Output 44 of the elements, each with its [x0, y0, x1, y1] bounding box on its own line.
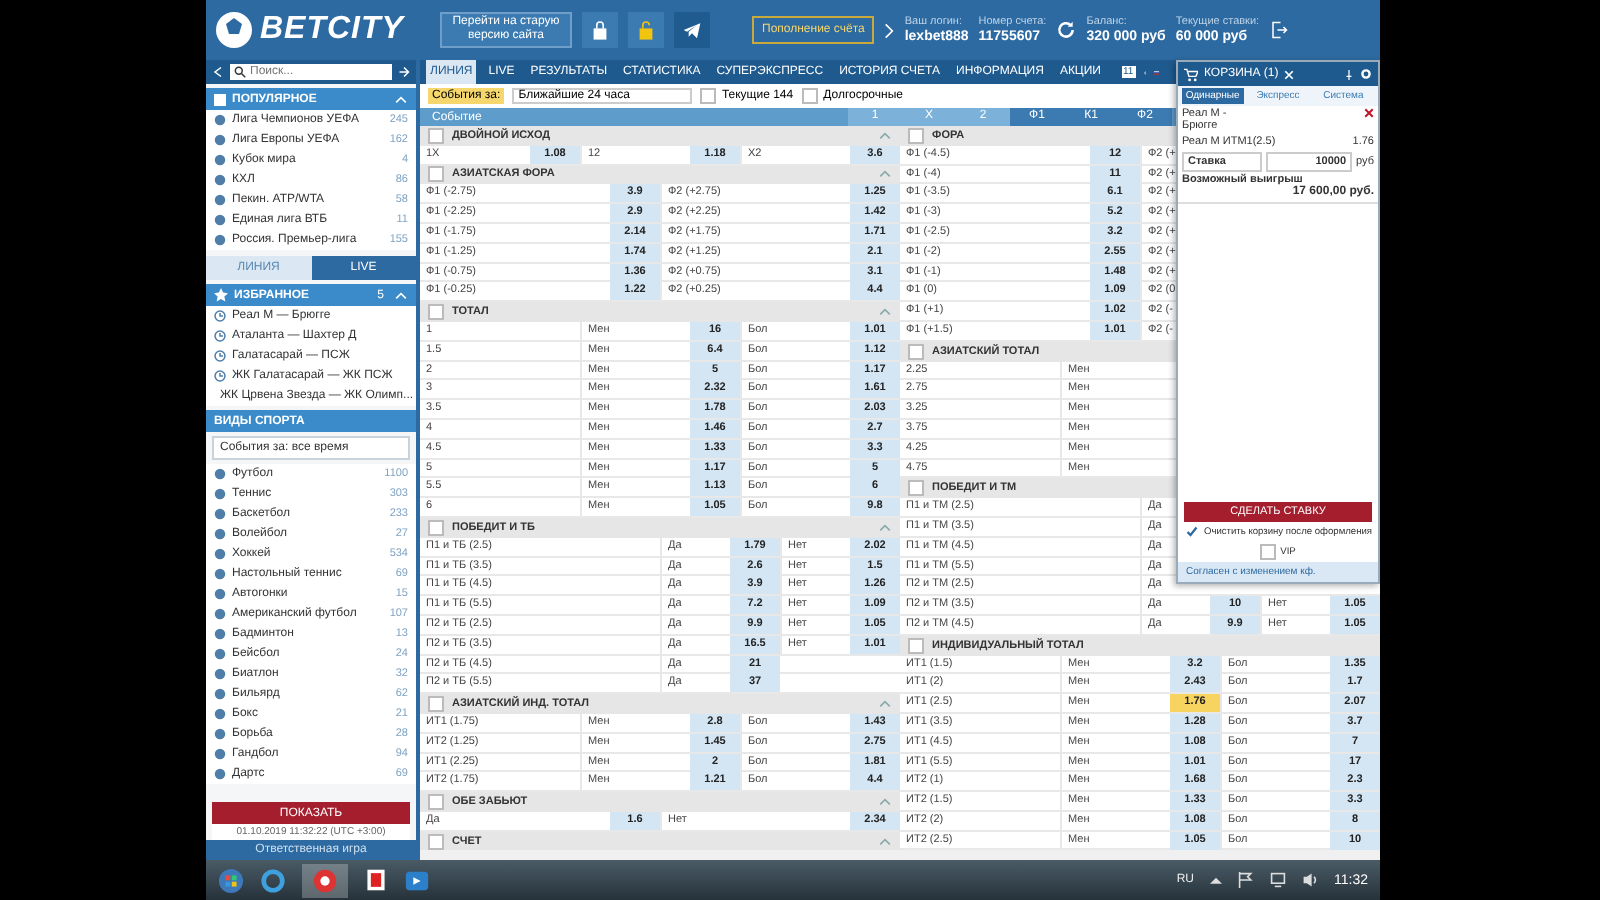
checkbox[interactable] [801, 88, 818, 104]
app-icon[interactable] [404, 867, 430, 893]
checkbox[interactable] [428, 519, 444, 536]
clock-icon [214, 310, 226, 322]
refresh-icon[interactable] [1056, 20, 1077, 40]
popular-icon [214, 93, 226, 105]
cart-icon [1184, 67, 1198, 81]
close-icon[interactable] [1284, 69, 1295, 79]
checkbox[interactable] [1260, 544, 1277, 560]
lock-icon[interactable] [582, 12, 618, 48]
arrow-left-icon[interactable] [212, 66, 224, 78]
clock-icon [214, 350, 226, 362]
clock-icon [214, 330, 226, 342]
checkbox[interactable] [428, 304, 444, 321]
checkbox[interactable] [908, 637, 924, 654]
app-icon[interactable] [302, 863, 348, 897]
checkbox[interactable] [428, 696, 444, 712]
logo-text[interactable]: BETCITY [260, 12, 404, 48]
checkbox[interactable] [428, 166, 444, 183]
lock-icon[interactable] [628, 12, 664, 48]
app-icon[interactable] [364, 868, 388, 892]
search-icon [234, 66, 246, 78]
paper-plane-icon[interactable] [674, 12, 710, 48]
remove-icon[interactable] [1364, 108, 1374, 118]
ball-logo-icon [214, 10, 254, 50]
network-icon[interactable] [1270, 872, 1286, 888]
speaker-icon[interactable] [1302, 872, 1318, 888]
start-icon[interactable] [218, 867, 244, 893]
chevron-icon [884, 21, 895, 39]
arrow-right-icon[interactable] [398, 66, 410, 78]
pin-icon[interactable] [1344, 69, 1354, 79]
star-icon [214, 288, 228, 302]
caret-up-icon[interactable] [1210, 876, 1222, 884]
checkbox[interactable] [428, 793, 444, 810]
clock-icon [214, 370, 226, 382]
checkbox[interactable] [908, 343, 924, 360]
exit-icon[interactable] [1269, 20, 1288, 40]
checkbox[interactable] [428, 833, 444, 850]
checkbox[interactable] [908, 480, 924, 497]
checkbox[interactable] [428, 127, 444, 144]
browser-icon[interactable] [260, 867, 286, 893]
checkbox[interactable] [908, 127, 924, 144]
checkbox[interactable] [1184, 524, 1200, 540]
checkbox[interactable] [699, 88, 716, 104]
